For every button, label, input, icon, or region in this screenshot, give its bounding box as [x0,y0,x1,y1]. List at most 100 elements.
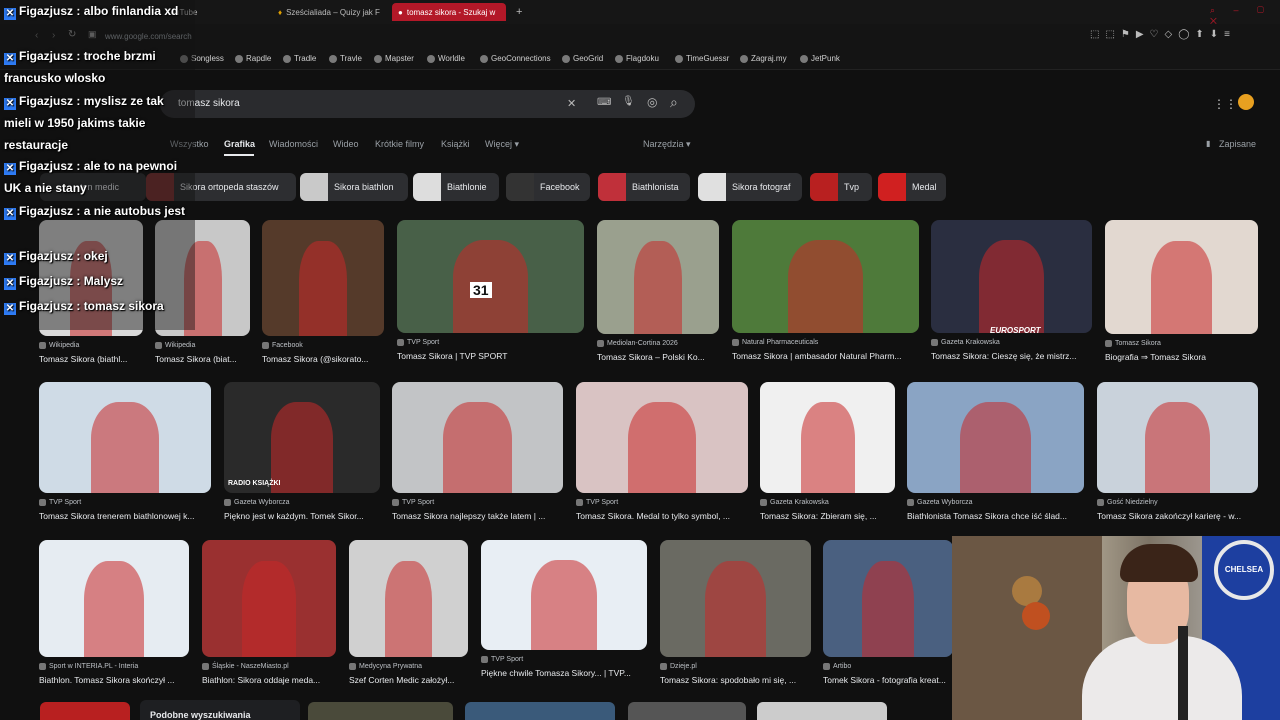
search-box[interactable]: tomasz sikora ✕ ⌨ 🎙 ◎ ⌕ [160,90,695,118]
result-source[interactable]: Mediolan-Cortina 2026 [597,340,678,347]
result-source[interactable]: Sport w INTERIA.PL - Interia [39,663,138,670]
result-title[interactable]: Tomasz Sikora najlepszy także latem | ..… [392,511,571,521]
result-image[interactable] [349,540,468,657]
chip-biathlonie[interactable]: Biathlonie [413,173,499,201]
bookmark-tradle[interactable]: Tradle [283,54,316,63]
result-source[interactable]: Dzieje.pl [660,663,697,670]
result-title[interactable]: Biathlon. Tomasz Sikora skończył ... [39,675,197,685]
result-source[interactable]: Natural Pharmaceuticals [732,339,818,346]
tab-szescialiada[interactable]: ♦ Sześcialiada – Quizy jak F [272,3,384,21]
keyboard-icon[interactable]: ⌨ [597,97,611,108]
result-title[interactable]: Tomasz Sikora. Medal to tylko symbol, ..… [576,511,756,521]
tab-wiadomosci[interactable]: Wiadomości [269,139,318,149]
result-title[interactable]: Biografia ⇒ Tomasz Sikora [1105,352,1266,363]
result-image[interactable] [465,702,615,720]
result-title[interactable]: Biathlon: Sikora oddaje meda... [202,675,344,685]
saved-link[interactable]: Zapisane [1219,139,1256,149]
result-title[interactable]: Tomasz Sikora | ambasador Natural Pharm.… [732,351,927,361]
chip-sikora-biathlon[interactable]: Sikora biathlon [300,173,408,201]
result-image[interactable] [823,540,953,657]
result-image[interactable] [597,220,719,334]
result-title[interactable]: Tomek Sikora - fotografia kreat... [823,675,961,685]
result-image[interactable] [224,382,380,493]
result-image[interactable] [757,702,887,720]
bookmark-geoconnections[interactable]: GeoConnections [480,54,551,63]
chip-medal[interactable]: Medal [878,173,946,201]
result-source[interactable]: Gość Niedzielny [1097,499,1158,506]
result-title[interactable]: Tomasz Sikora: Zbieram się, ... [760,511,903,521]
tab-grafika[interactable]: Grafika [224,139,255,149]
bookmark-mapster[interactable]: Mapster [374,54,414,63]
result-source[interactable]: TVP Sport [39,499,81,506]
result-image[interactable] [760,382,895,493]
result-image[interactable] [481,540,647,650]
bookmark-rapdle[interactable]: Rapdle [235,54,271,63]
bookmark-travle[interactable]: Travle [329,54,362,63]
result-image[interactable] [931,220,1092,333]
result-title[interactable]: Tomasz Sikora: spodobało mi się, ... [660,675,819,685]
bookmark-icon[interactable]: ▮ [1206,139,1210,148]
chip-facebook[interactable]: Facebook [506,173,590,201]
result-image[interactable] [39,540,189,657]
result-source[interactable]: Wikipedia [155,342,195,349]
result-title[interactable]: Tomasz Sikora zakończył karierę - w... [1097,511,1266,521]
result-image[interactable] [628,702,746,720]
result-source[interactable]: Gazeta Krakowska [931,339,1000,346]
result-source[interactable]: Gazeta Wyborcza [224,499,290,506]
bookmark-geogrid[interactable]: GeoGrid [562,54,603,63]
tools-dropdown[interactable]: Narzędzia ▾ [643,139,691,150]
search-icon[interactable]: ⌕ [670,94,678,111]
result-title[interactable]: Piękno jest w każdym. Tomek Sikor... [224,511,388,521]
result-source[interactable]: Artibo [823,663,851,670]
result-source[interactable]: Gazeta Wyborcza [907,499,973,506]
result-image[interactable] [1097,382,1258,493]
result-title[interactable]: Tomasz Sikora (biat... [155,354,258,364]
result-title[interactable]: Tomasz Sikora – Polski Ko... [597,352,727,362]
result-image[interactable] [1105,220,1258,334]
result-source[interactable]: TVP Sport [392,499,434,506]
tab-ksiazki[interactable]: Książki [441,139,470,149]
result-image[interactable] [39,382,211,493]
tab-krotkie-filmy[interactable]: Krótkie filmy [375,139,424,149]
tab-wideo[interactable]: Wideo [333,139,359,149]
bookmark-flagdoku[interactable]: Flagdoku [615,54,659,63]
result-image[interactable] [392,382,563,493]
result-source[interactable]: TVP Sport [481,656,523,663]
bookmark-timeguessr[interactable]: TimeGuessr [675,54,729,63]
bookmark-jetpunk[interactable]: JetPunk [800,54,840,63]
lens-icon[interactable]: ◎ [647,95,657,109]
chip-tvp[interactable]: Tvp [810,173,872,201]
result-source[interactable]: TVP Sport [576,499,618,506]
result-image[interactable] [576,382,748,493]
result-title[interactable]: Piękne chwile Tomasza Sikory... | TVP... [481,668,655,678]
new-tab-button[interactable]: + [510,3,528,21]
chip-biathlonista[interactable]: Biathlonista [598,173,690,201]
result-image[interactable] [308,702,453,720]
result-source[interactable]: Śląskie - NaszeMiasto.pl [202,663,289,670]
result-image[interactable] [397,220,584,333]
result-source[interactable]: Medycyna Prywatna [349,663,422,670]
result-title[interactable]: Szef Corten Medic założył... [349,675,476,685]
result-title[interactable]: Tomasz Sikora (biathl... [39,354,151,364]
result-image[interactable] [907,382,1084,493]
result-source[interactable]: Tomasz Sikora [1105,340,1161,347]
chip-sikora-fotograf[interactable]: Sikora fotograf [698,173,802,201]
result-source[interactable]: TVP Sport [397,339,439,346]
bookmark-zagraj[interactable]: Zagraj.my [740,54,787,63]
result-title[interactable]: Tomasz Sikora | TVP SPORT [397,351,592,361]
result-source[interactable]: Facebook [262,342,303,349]
result-source[interactable]: Wikipedia [39,342,79,349]
result-image[interactable] [660,540,811,657]
result-source[interactable]: Gazeta Krakowska [760,499,829,506]
extension-icons[interactable]: ⬚⬚⚑▶♡◇◯⬆⬇≡ [1090,29,1236,40]
result-image[interactable] [732,220,919,333]
clear-icon[interactable]: ✕ [567,97,576,110]
tab-wiecej[interactable]: Więcej ▾ [485,139,519,150]
result-title[interactable]: Biathlonista Tomasz Sikora chce iść ślad… [907,511,1092,521]
result-image[interactable] [202,540,336,657]
bookmark-worldle[interactable]: Worldle [427,54,465,63]
result-image[interactable] [262,220,384,336]
apps-grid-icon[interactable]: ⋮⋮ [1213,97,1237,111]
result-title[interactable]: Tomasz Sikora (@sikorato... [262,354,392,364]
avatar[interactable] [1238,94,1254,110]
